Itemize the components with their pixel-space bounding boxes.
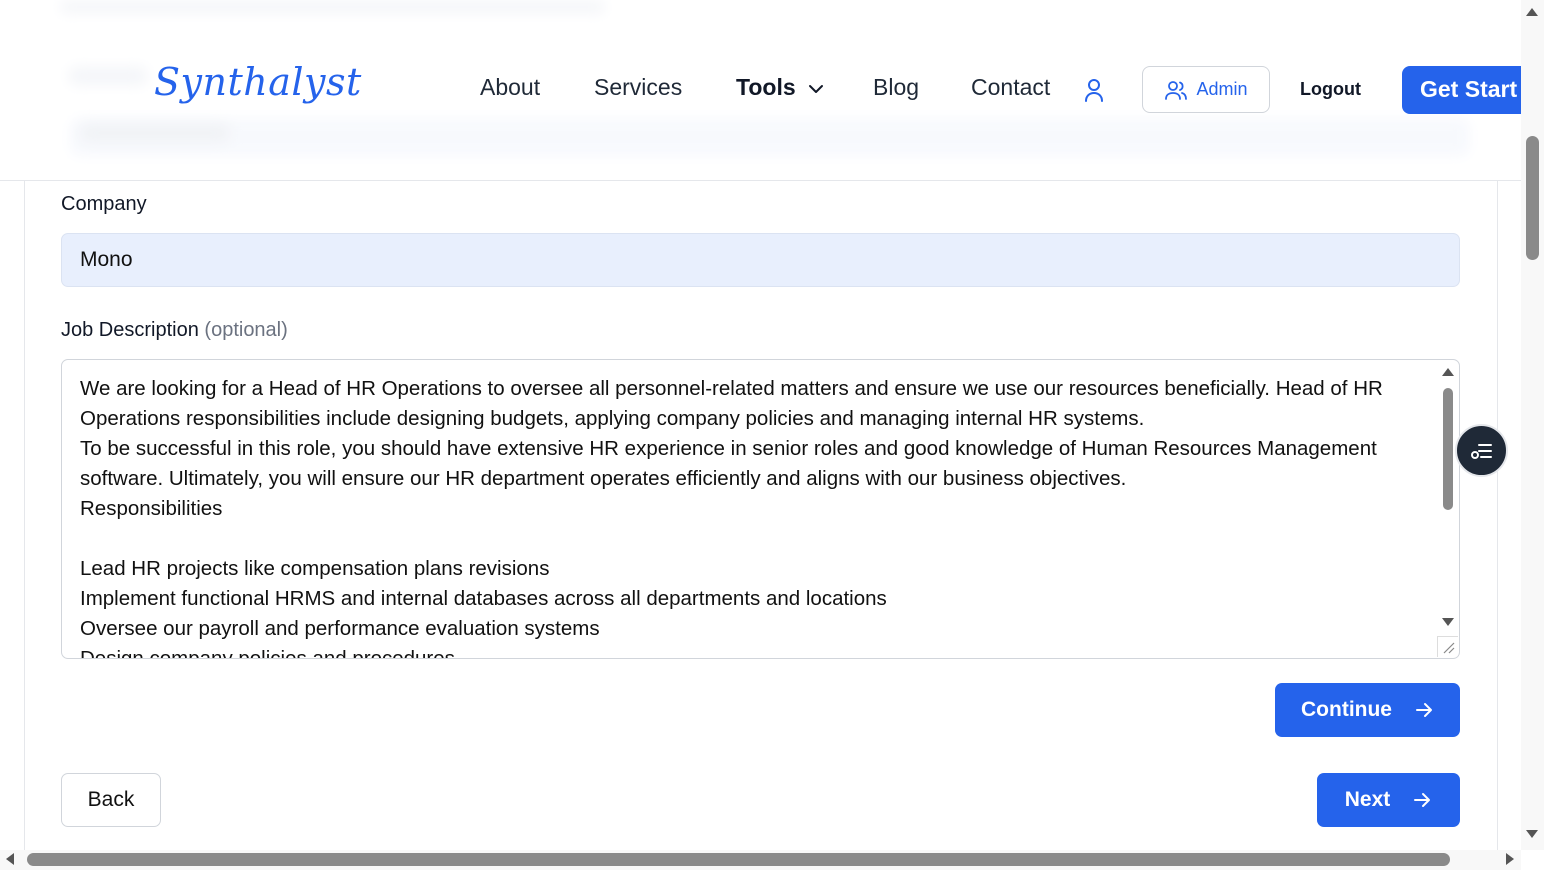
user-icon[interactable]	[1082, 77, 1106, 103]
continue-label: Continue	[1301, 698, 1392, 721]
page-vertical-scrollbar[interactable]	[1521, 0, 1544, 850]
scroll-up-icon[interactable]	[1442, 368, 1454, 376]
site-header: Synthalyst About Services Tools Blog Con…	[0, 0, 1521, 181]
page-horizontal-scrollbar[interactable]	[0, 850, 1521, 870]
scroll-down-icon[interactable]	[1442, 618, 1454, 626]
scroll-right-icon[interactable]	[1506, 853, 1514, 865]
nav-tools[interactable]: Tools	[736, 74, 824, 101]
admin-button[interactable]: Admin	[1142, 66, 1270, 113]
resize-grip-icon	[1443, 642, 1455, 654]
arrow-right-icon	[1415, 703, 1432, 717]
textarea-scroll-thumb[interactable]	[1443, 388, 1453, 510]
chevron-down-icon	[809, 84, 824, 93]
nav-services[interactable]: Services	[594, 74, 682, 101]
scroll-up-icon[interactable]	[1526, 8, 1538, 16]
nav-contact[interactable]: Contact	[971, 74, 1050, 101]
logout-button[interactable]: Logout	[1300, 79, 1361, 100]
back-button[interactable]: Back	[61, 773, 161, 827]
arrow-right-icon	[1414, 793, 1431, 807]
next-button[interactable]: Next	[1317, 773, 1460, 827]
admin-label: Admin	[1196, 79, 1248, 99]
job-description-textarea[interactable]: We are looking for a Head of HR Operatio…	[61, 359, 1460, 659]
continue-button[interactable]: Continue	[1275, 683, 1460, 737]
logo[interactable]: Synthalyst	[154, 60, 362, 104]
floating-menu-button[interactable]	[1455, 424, 1508, 477]
nav-blog[interactable]: Blog	[873, 74, 919, 101]
job-description-label: Job Description (optional)	[61, 319, 288, 342]
scroll-down-icon[interactable]	[1526, 830, 1538, 838]
page-vertical-scroll-thumb[interactable]	[1526, 136, 1539, 260]
company-input[interactable]: Mono	[61, 233, 1460, 287]
nav-tools-label: Tools	[736, 74, 796, 100]
job-description-text: We are looking for a Head of HR Operatio…	[80, 377, 1383, 659]
textarea-scrollbar[interactable]	[1437, 360, 1459, 658]
list-icon	[1470, 443, 1492, 459]
get-started-button[interactable]: Get Start	[1402, 66, 1521, 114]
resize-handle[interactable]	[1437, 636, 1458, 657]
company-label: Company	[61, 193, 147, 215]
optional-hint: (optional)	[204, 319, 288, 341]
page-horizontal-scroll-thumb[interactable]	[27, 853, 1450, 866]
users-icon	[1165, 80, 1188, 100]
nav-about[interactable]: About	[480, 74, 540, 101]
scroll-left-icon[interactable]	[6, 853, 14, 865]
job-description-label-text: Job Description	[61, 319, 199, 341]
next-label: Next	[1344, 788, 1391, 811]
